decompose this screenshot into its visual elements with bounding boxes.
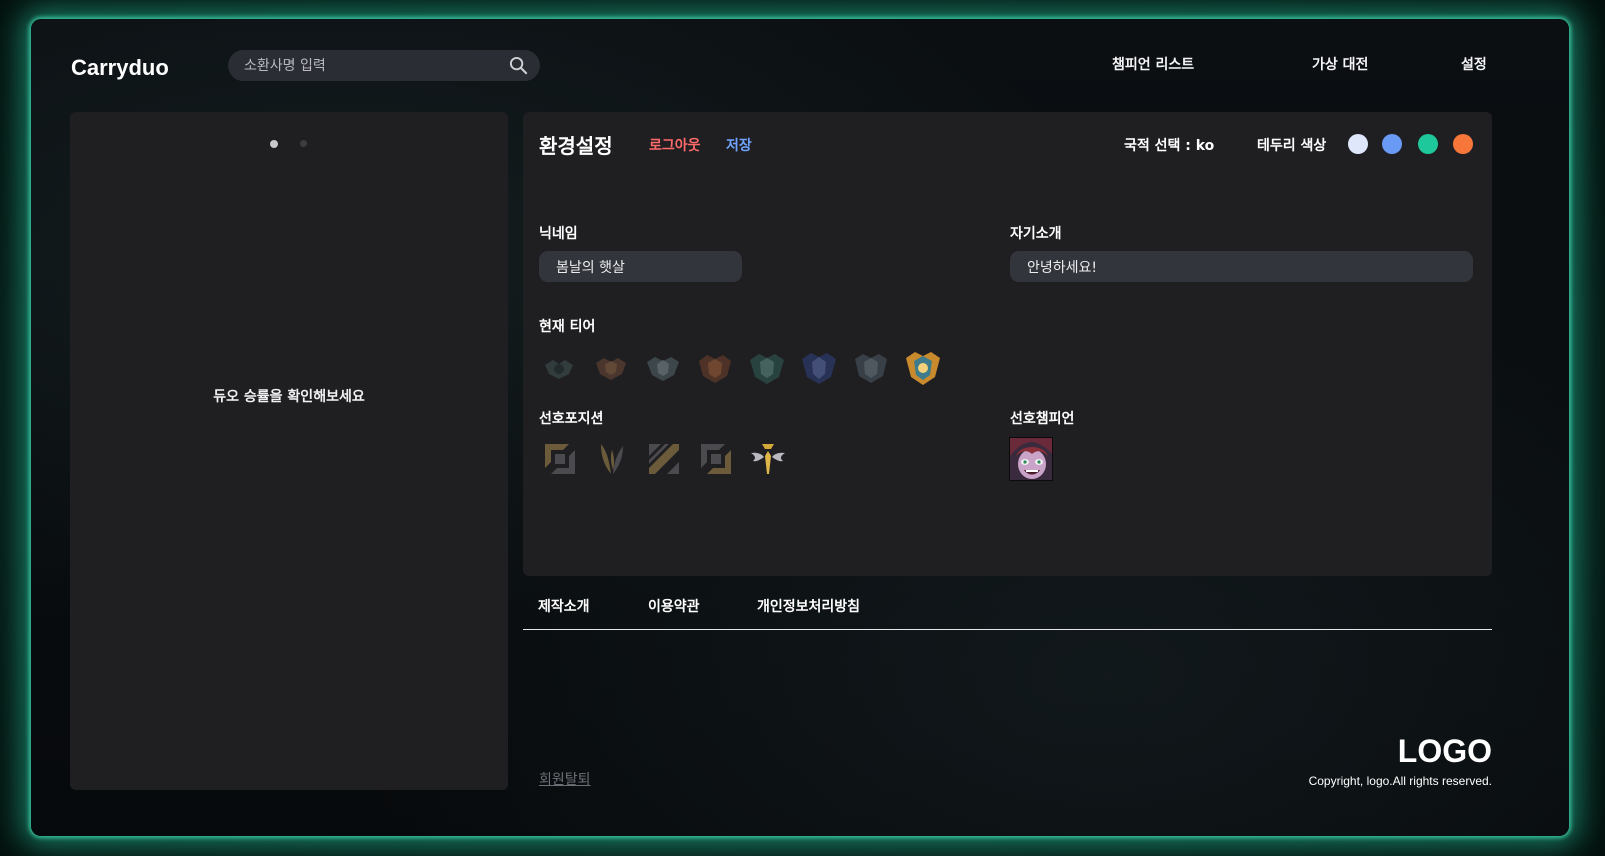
challenger-tier-icon[interactable] (903, 348, 943, 388)
bronze-tier-icon[interactable] (591, 348, 631, 388)
withdraw-membership-link[interactable]: 회원탈퇴 (539, 769, 591, 789)
intro-label: 자기소개 (1010, 226, 1062, 242)
bottom-position-icon[interactable] (697, 440, 735, 478)
border-color-swatch-white[interactable] (1348, 134, 1368, 154)
summoner-search-input[interactable] (244, 50, 494, 81)
duo-winrate-panel: 듀오 승률을 확인해보세요 (70, 112, 508, 790)
intro-field[interactable] (1010, 251, 1473, 282)
carousel-dot-active[interactable] (270, 140, 278, 148)
tier-label: 현재 티어 (539, 319, 596, 335)
search-icon[interactable] (509, 56, 528, 75)
champion-portrait[interactable] (1009, 437, 1053, 481)
silver-tier-icon[interactable] (643, 348, 683, 388)
settings-panel: 환경설정 로그아웃 저장 국적 선택 : ko 테두리 색상 닉네임 자기소개 … (523, 112, 1492, 576)
support-position-icon[interactable] (749, 440, 787, 478)
page-title: 환경설정 (539, 134, 613, 158)
logout-button[interactable]: 로그아웃 (649, 135, 701, 155)
gold-tier-icon[interactable] (695, 348, 735, 388)
footer-about-link[interactable]: 제작소개 (538, 596, 590, 616)
footer-terms-link[interactable]: 이용약관 (648, 596, 700, 616)
position-label: 선호포지션 (539, 411, 604, 427)
nav-champion-list[interactable]: 챔피언 리스트 (1112, 54, 1194, 74)
app-window: Carryduo 챔피언 리스트 가상 대전 설정 듀오 승률을 확인해보세요 … (31, 19, 1569, 836)
nickname-field[interactable] (539, 251, 742, 282)
nickname-label: 닉네임 (539, 226, 578, 242)
master-tier-icon[interactable] (851, 348, 891, 388)
top-position-icon[interactable] (541, 440, 579, 478)
country-select[interactable]: 국적 선택 : ko (1124, 135, 1214, 155)
iron-tier-icon[interactable] (539, 348, 579, 388)
nav-virtual-match[interactable]: 가상 대전 (1312, 54, 1368, 74)
jungle-position-icon[interactable] (593, 440, 631, 478)
border-color-swatch-blue[interactable] (1382, 134, 1402, 154)
footer-divider (523, 629, 1492, 630)
champion-portrait-image (1010, 438, 1052, 480)
search-bar (228, 50, 540, 81)
nav-settings[interactable]: 설정 (1461, 54, 1487, 74)
save-button[interactable]: 저장 (726, 135, 752, 155)
footer-logo: LOGO (1397, 733, 1492, 769)
footer-privacy-link[interactable]: 개인정보처리방침 (757, 596, 860, 616)
border-color-swatch-orange[interactable] (1453, 134, 1473, 154)
carousel-dot[interactable] (300, 140, 307, 147)
champion-label: 선호챔피언 (1010, 411, 1075, 427)
border-color-label: 테두리 색상 (1257, 138, 1327, 154)
mid-position-icon[interactable] (645, 440, 683, 478)
copyright-text: Copyright, logo.All rights reserved. (1308, 774, 1492, 788)
duo-winrate-message: 듀오 승률을 확인해보세요 (213, 389, 365, 405)
platinum-tier-icon[interactable] (747, 348, 787, 388)
diamond-tier-icon[interactable] (799, 348, 839, 388)
brand-logo[interactable]: Carryduo (71, 55, 169, 81)
border-color-swatch-green[interactable] (1418, 134, 1438, 154)
